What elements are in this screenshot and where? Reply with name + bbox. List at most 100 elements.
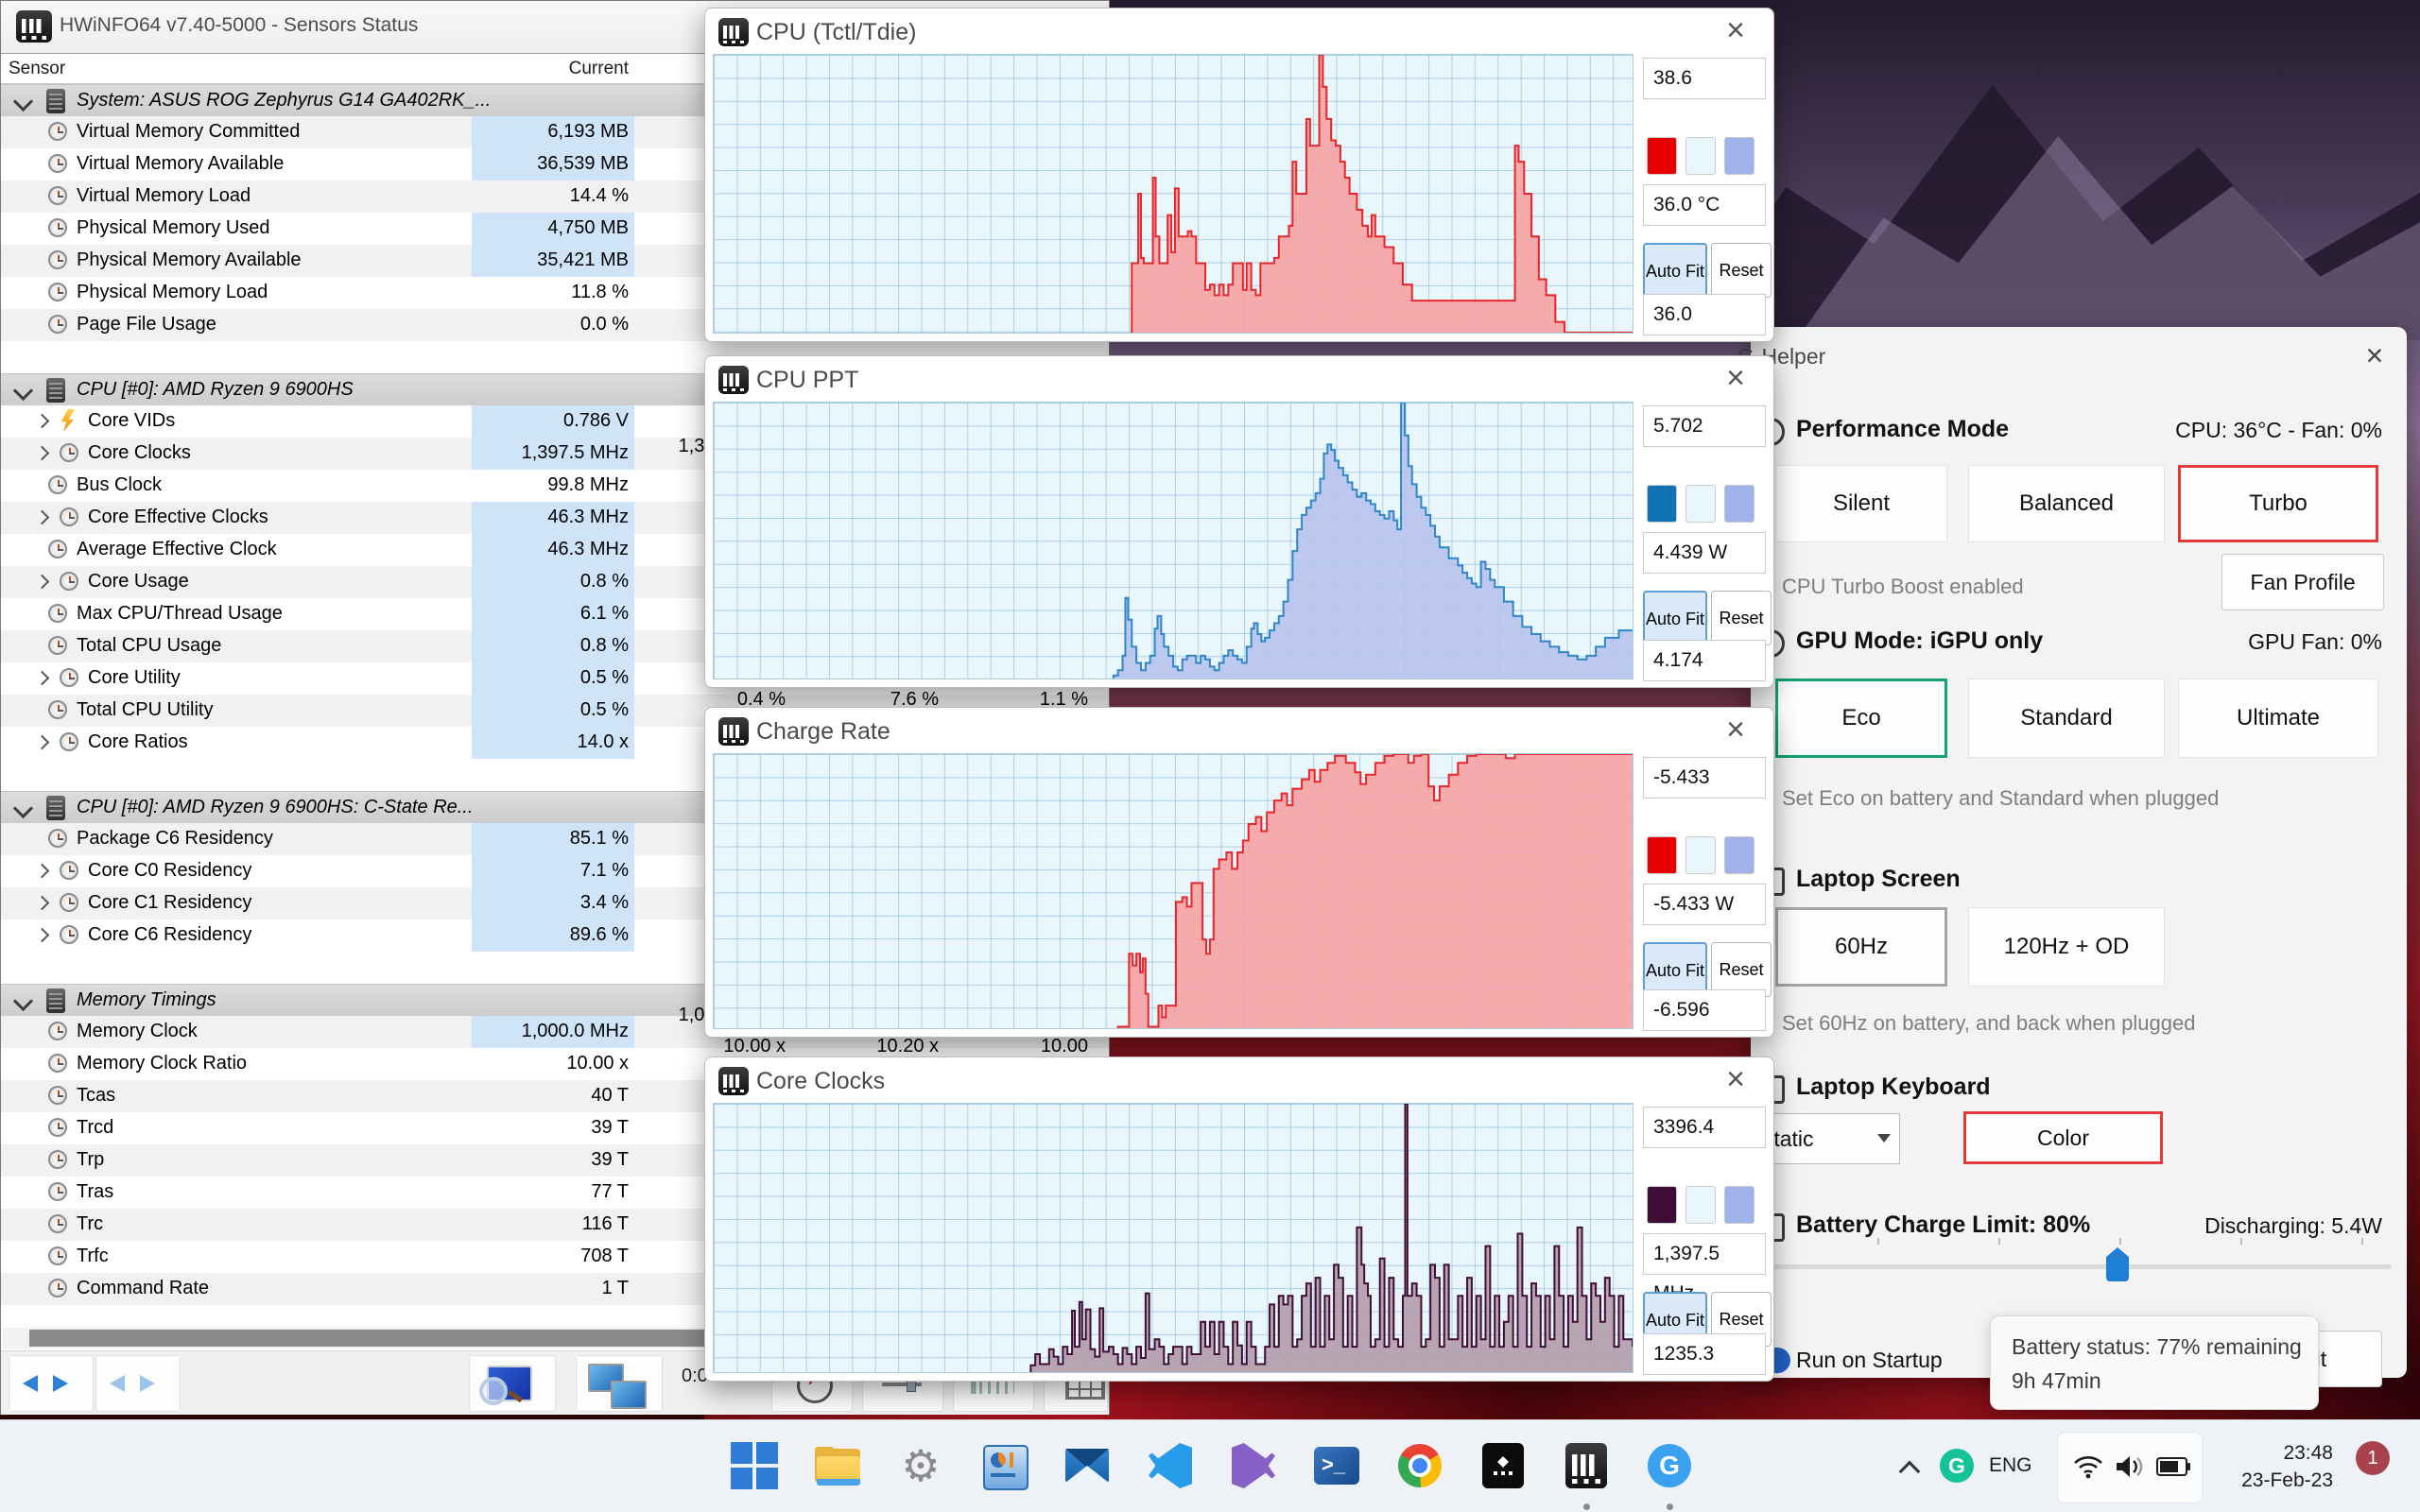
- mode-balanced-button[interactable]: Balanced: [1968, 465, 2165, 542]
- graph-plot-area[interactable]: [713, 1103, 1634, 1373]
- taskbar: ⚙ >_ G G ENG 23:48 23-Feb-23 1: [0, 1419, 2420, 1512]
- close-icon[interactable]: ×: [2356, 338, 2394, 373]
- tray-chevron-up-icon[interactable]: [1898, 1460, 1921, 1483]
- expander-icon[interactable]: [34, 670, 50, 686]
- chevron-down-icon[interactable]: [12, 798, 34, 819]
- fan-profile-button[interactable]: Fan Profile: [2221, 554, 2384, 610]
- auto-fit-button[interactable]: Auto Fit: [1643, 591, 1707, 647]
- expander-icon[interactable]: [34, 413, 50, 429]
- clock-icon: [60, 507, 78, 526]
- sensors-taskbar-icon[interactable]: [979, 1441, 1028, 1490]
- close-icon[interactable]: ×: [1715, 360, 1756, 397]
- series-color-swatch[interactable]: [1647, 836, 1677, 874]
- vstudio-taskbar-icon[interactable]: [1229, 1441, 1278, 1490]
- background-color-swatch[interactable]: [1685, 1186, 1716, 1224]
- expand-arrows-button[interactable]: [9, 1355, 94, 1412]
- column-header-sensor[interactable]: Sensor: [9, 59, 65, 79]
- start-taskbar-icon[interactable]: [730, 1441, 779, 1490]
- series-color-swatch[interactable]: [1647, 137, 1677, 175]
- refresh-120hz-button[interactable]: 120Hz + OD: [1968, 907, 2165, 987]
- graph-window-cpu-tctl-tdie-: CPU (Tctl/Tdie) × 38.6 36.0 °C Auto Fit Reset…: [704, 8, 1774, 342]
- mode-turbo-button[interactable]: Turbo: [2178, 465, 2378, 542]
- keyboard-color-button[interactable]: Color: [1963, 1111, 2163, 1164]
- sensor-current-value: 6.1 %: [579, 603, 629, 624]
- grammarly-tray-icon[interactable]: G: [1940, 1449, 1974, 1483]
- chevron-down-icon[interactable]: [12, 990, 34, 1012]
- chip-icon: [46, 988, 65, 1013]
- chrome-taskbar-icon[interactable]: [1395, 1441, 1444, 1490]
- auto-fit-button[interactable]: Auto Fit: [1643, 243, 1707, 300]
- speaker-icon: [2117, 1456, 2143, 1477]
- series-color-swatch[interactable]: [1647, 485, 1677, 523]
- refresh-60hz-button[interactable]: 60Hz: [1775, 907, 1947, 987]
- sensor-current-value: 85.1 %: [569, 828, 629, 849]
- network-monitors-button[interactable]: [576, 1355, 663, 1412]
- gpu-ultimate-button[interactable]: Ultimate: [2178, 679, 2378, 758]
- sensor-label: Physical Memory Available: [77, 249, 302, 270]
- gpu-eco-button[interactable]: Eco: [1775, 679, 1947, 758]
- graph-plot-area[interactable]: [713, 402, 1634, 679]
- background-color-swatch[interactable]: [1685, 485, 1716, 523]
- mode-silent-button[interactable]: Silent: [1775, 465, 1947, 542]
- tray-status-pill[interactable]: [2057, 1432, 2203, 1503]
- expander-icon[interactable]: [34, 927, 50, 943]
- grid-color-swatch[interactable]: [1724, 485, 1754, 523]
- blackbox-taskbar-icon[interactable]: [1478, 1441, 1528, 1490]
- close-icon[interactable]: ×: [1715, 1061, 1756, 1098]
- sensor-label: Trfc: [77, 1246, 109, 1266]
- settings-taskbar-icon[interactable]: ⚙: [896, 1441, 945, 1490]
- explorer-taskbar-icon[interactable]: [813, 1441, 862, 1490]
- graph-plot-area[interactable]: [713, 54, 1634, 334]
- clock-icon: [48, 475, 67, 494]
- gpu-standard-button[interactable]: Standard: [1968, 679, 2165, 758]
- grid-color-swatch[interactable]: [1724, 836, 1754, 874]
- notification-badge[interactable]: 1: [2356, 1441, 2390, 1475]
- graph-color-swatches: [1647, 1186, 1754, 1224]
- series-color-swatch[interactable]: [1647, 1186, 1677, 1224]
- taskbar-clock[interactable]: 23:48 23-Feb-23: [2203, 1439, 2333, 1494]
- sensor-label: Core C6 Residency: [88, 924, 252, 945]
- expander-icon[interactable]: [34, 445, 50, 461]
- sensor-current-value: 116 T: [581, 1213, 629, 1234]
- graph-max-value: 3396.4: [1643, 1107, 1766, 1148]
- close-icon[interactable]: ×: [1715, 12, 1756, 49]
- expander-icon[interactable]: [34, 863, 50, 879]
- chevron-down-icon[interactable]: [12, 380, 34, 402]
- graph-window-core-clocks: Core Clocks×3396.41,397.5 MHzAuto FitRes…: [704, 1057, 1774, 1382]
- background-color-swatch[interactable]: [1685, 137, 1716, 175]
- powershell-taskbar-icon[interactable]: >_: [1312, 1441, 1361, 1490]
- clock-icon: [48, 218, 67, 237]
- clock-icon: [48, 186, 67, 205]
- clock-icon: [60, 668, 78, 687]
- magnifier-monitor-button[interactable]: [469, 1355, 556, 1412]
- background-color-swatch[interactable]: [1685, 836, 1716, 874]
- sensor-current-value: 40 T: [591, 1085, 629, 1106]
- close-icon[interactable]: ×: [1715, 712, 1756, 748]
- battery-limit-slider-handle[interactable]: [2106, 1247, 2129, 1281]
- grid-color-swatch[interactable]: [1724, 1186, 1754, 1224]
- column-header-current[interactable]: Current: [477, 59, 629, 79]
- graph-plot-area[interactable]: [713, 753, 1634, 1029]
- running-indicator-dot: [1583, 1503, 1590, 1510]
- clock-icon: [48, 283, 67, 301]
- reset-button[interactable]: Reset: [1711, 591, 1772, 645]
- grid-color-swatch[interactable]: [1724, 137, 1754, 175]
- chevron-down-icon[interactable]: [1877, 1134, 1891, 1143]
- reset-button[interactable]: Reset: [1711, 243, 1772, 298]
- sensor-label: Trcd: [77, 1117, 114, 1138]
- mail-taskbar-icon[interactable]: [1063, 1441, 1112, 1490]
- chevron-down-icon[interactable]: [12, 91, 34, 112]
- expander-icon[interactable]: [34, 895, 50, 911]
- sensor-group-label: Memory Timings: [77, 989, 216, 1010]
- ghelper-taskbar-icon[interactable]: G: [1645, 1441, 1694, 1490]
- graph-window-cpu-ppt: CPU PPT × 5.702 4.439 W Auto Fit Reset 4.174: [704, 355, 1774, 688]
- vscode-taskbar-icon[interactable]: [1146, 1441, 1195, 1490]
- language-indicator[interactable]: ENG: [1989, 1454, 2032, 1477]
- expander-icon[interactable]: [34, 574, 50, 590]
- collapse-arrows-button[interactable]: [95, 1355, 181, 1412]
- battery-limit-slider-track[interactable]: [1758, 1264, 2392, 1269]
- clock-icon: [60, 893, 78, 912]
- hwinfo-taskbar-icon[interactable]: [1562, 1441, 1611, 1490]
- expander-icon[interactable]: [34, 509, 50, 525]
- expander-icon[interactable]: [34, 734, 50, 750]
